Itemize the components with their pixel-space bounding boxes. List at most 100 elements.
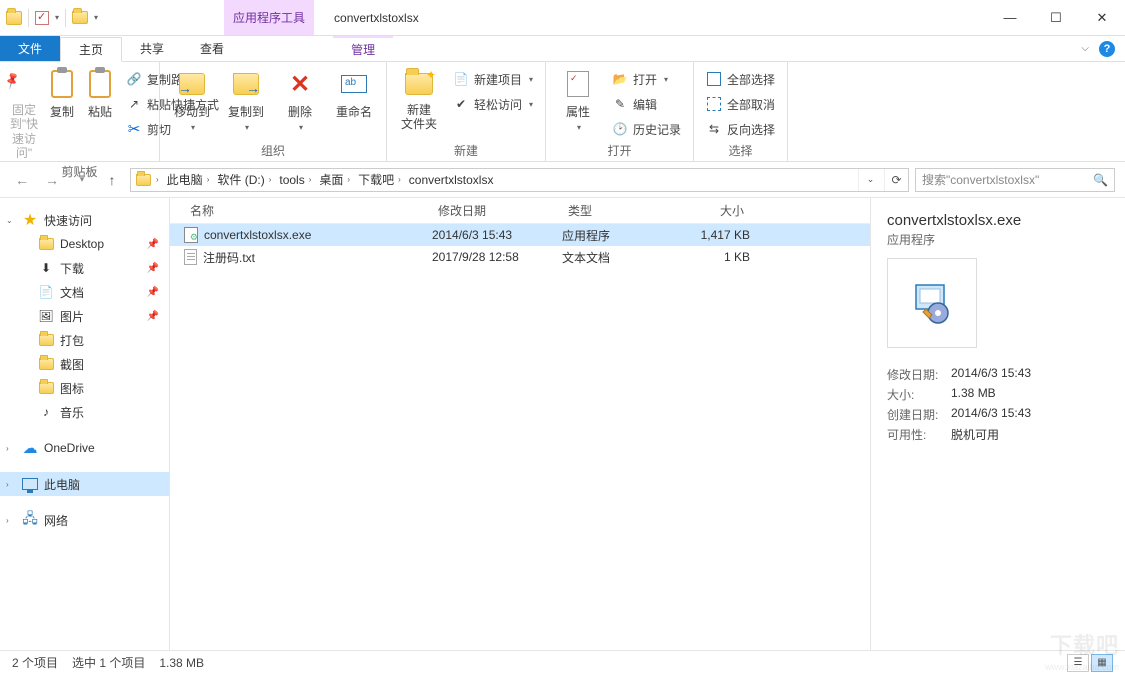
breadcrumb-seg[interactable]: 下载吧›: [355, 171, 404, 188]
search-input[interactable]: 搜索"convertxlstoxlsx" 🔍: [915, 168, 1115, 192]
qat-properties-button[interactable]: [35, 11, 49, 25]
nav-item-icon: [38, 332, 54, 348]
view-details-button[interactable]: ☰: [1067, 654, 1089, 672]
rename-icon: [338, 68, 370, 100]
up-button[interactable]: ↑: [100, 168, 124, 192]
status-count: 2 个项目: [12, 654, 58, 671]
collapse-ribbon-button[interactable]: ⌵: [1081, 43, 1089, 54]
properties-button[interactable]: 属性▾: [554, 66, 602, 132]
copy-button[interactable]: 复制: [46, 66, 78, 120]
nav-item-label: 下载: [60, 260, 84, 277]
delete-icon: ✕: [284, 68, 316, 100]
tab-home[interactable]: 主页: [60, 37, 122, 62]
details-row: 创建日期: 2014/6/3 15:43: [887, 406, 1109, 423]
copy-icon: [46, 68, 78, 100]
nav-item[interactable]: 📄文档📌: [0, 280, 169, 304]
nav-item[interactable]: 图标: [0, 376, 169, 400]
col-name[interactable]: 名称: [184, 202, 432, 219]
paste-button[interactable]: 粘贴: [84, 66, 116, 120]
edit-button[interactable]: ✎编辑: [608, 93, 685, 115]
nav-quick-access[interactable]: ⌄★快速访问: [0, 208, 169, 232]
tab-share[interactable]: 共享: [122, 36, 182, 61]
details-title: convertxlstoxlsx.exe: [887, 212, 1109, 229]
address-dropdown[interactable]: ⌄: [858, 169, 882, 191]
maximize-button[interactable]: ☐: [1033, 0, 1079, 35]
nav-network[interactable]: ›🖧网络: [0, 508, 169, 532]
history-button[interactable]: 🕑历史记录: [608, 118, 685, 140]
new-item-button[interactable]: 📄新建项目▾: [449, 68, 537, 90]
cloud-icon: ☁: [22, 440, 38, 456]
minimize-button[interactable]: —: [987, 0, 1033, 35]
tab-view[interactable]: 查看: [182, 36, 242, 61]
nav-item-icon: ♪: [38, 404, 54, 420]
invert-selection-button[interactable]: ⇆反向选择: [702, 118, 779, 140]
help-button[interactable]: ?: [1099, 41, 1115, 57]
nav-item-icon: [38, 236, 54, 252]
app-icon: [6, 11, 22, 25]
status-selected: 选中 1 个项目: [72, 654, 145, 671]
nav-item[interactable]: 🖼图片📌: [0, 304, 169, 328]
details-value: 2014/6/3 15:43: [951, 406, 1031, 423]
forward-button[interactable]: →: [40, 168, 64, 192]
back-button[interactable]: ←: [10, 168, 34, 192]
file-name: convertxlstoxlsx.exe: [204, 228, 311, 242]
pin-icon: 📌: [147, 287, 159, 298]
nav-this-pc[interactable]: ›此电脑: [0, 472, 169, 496]
nav-item-icon: [38, 356, 54, 372]
pin-icon: 📌: [2, 62, 46, 106]
tab-file[interactable]: 文件: [0, 36, 60, 61]
file-row[interactable]: convertxlstoxlsx.exe2014/6/3 15:43应用程序1,…: [170, 224, 870, 246]
breadcrumb-seg[interactable]: 软件 (D:)›: [214, 171, 274, 188]
file-row[interactable]: 注册码.txt2017/9/28 12:58文本文档1 KB: [170, 246, 870, 268]
txt-icon: [184, 249, 197, 265]
easy-access-button[interactable]: ✔轻松访问▾: [449, 93, 537, 115]
address-bar[interactable]: › 此电脑› 软件 (D:)› tools› 桌面› 下载吧› convertx…: [130, 168, 909, 192]
column-headers[interactable]: 名称 修改日期 类型 大小: [170, 198, 870, 224]
details-key: 创建日期:: [887, 406, 943, 423]
group-open-label: 打开: [554, 140, 685, 159]
nav-item[interactable]: ⬇下载📌: [0, 256, 169, 280]
col-date[interactable]: 修改日期: [432, 202, 562, 219]
nav-item[interactable]: Desktop📌: [0, 232, 169, 256]
col-type[interactable]: 类型: [562, 202, 680, 219]
rename-button[interactable]: 重命名: [330, 66, 378, 120]
pin-quickaccess-button[interactable]: 📌 固定到"快 速访问": [8, 66, 40, 161]
refresh-button[interactable]: ⟳: [884, 169, 908, 191]
shortcut-icon: ↗: [126, 96, 142, 112]
move-to-button[interactable]: → 移动到▾: [168, 66, 216, 132]
star-icon: ★: [22, 212, 38, 228]
group-organize-label: 组织: [168, 140, 378, 159]
breadcrumb-seg[interactable]: 此电脑›: [164, 171, 213, 188]
selectnone-icon: [706, 96, 722, 112]
nav-item-label: 图片: [60, 308, 84, 325]
col-size[interactable]: 大小: [680, 202, 750, 219]
copy-to-button[interactable]: → 复制到▾: [222, 66, 270, 132]
details-key: 修改日期:: [887, 366, 943, 383]
pin-icon: 📌: [147, 311, 159, 322]
details-value: 脱机可用: [951, 426, 999, 443]
nav-onedrive[interactable]: ›☁OneDrive: [0, 436, 169, 460]
breadcrumb-seg[interactable]: 桌面›: [316, 171, 353, 188]
breadcrumb-seg[interactable]: tools›: [276, 173, 314, 187]
open-button[interactable]: 📂打开▾: [608, 68, 685, 90]
close-button[interactable]: ✕: [1079, 0, 1125, 35]
group-select-label: 选择: [702, 140, 779, 159]
nav-item[interactable]: ♪音乐: [0, 400, 169, 424]
details-key: 可用性:: [887, 426, 943, 443]
qat-newfolder-button[interactable]: [72, 11, 88, 24]
quick-access-toolbar: ▾ ▾: [0, 0, 104, 35]
tab-manage[interactable]: 管理: [333, 36, 393, 61]
select-none-button[interactable]: 全部取消: [702, 93, 779, 115]
nav-item[interactable]: 截图: [0, 352, 169, 376]
nav-item-label: Desktop: [60, 237, 104, 251]
delete-button[interactable]: ✕ 删除▾: [276, 66, 324, 132]
nav-item[interactable]: 打包: [0, 328, 169, 352]
easyaccess-icon: ✔: [453, 96, 469, 112]
file-date: 2014/6/3 15:43: [432, 228, 562, 242]
file-size: 1,417 KB: [680, 228, 750, 242]
select-all-button[interactable]: 全部选择: [702, 68, 779, 90]
recent-dropdown[interactable]: ▾: [70, 168, 94, 192]
new-folder-button[interactable]: ✦ 新建 文件夹: [395, 66, 443, 132]
view-large-button[interactable]: ▦: [1091, 654, 1113, 672]
breadcrumb-seg[interactable]: convertxlstoxlsx: [406, 173, 497, 187]
